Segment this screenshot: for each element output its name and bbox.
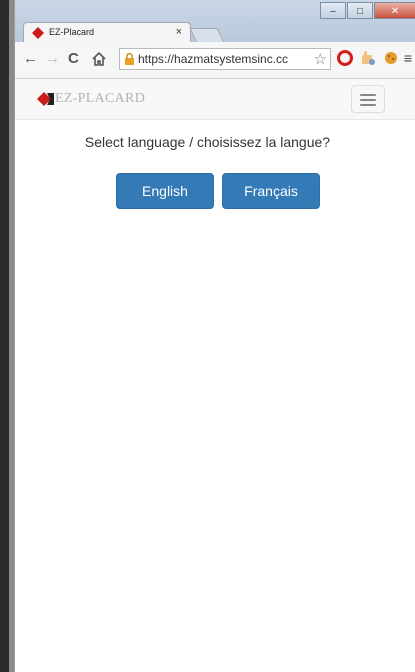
close-window-button[interactable]: ✕ — [374, 2, 415, 19]
hamburger-bar — [360, 99, 376, 101]
hamburger-bar — [360, 94, 376, 96]
navbar-toggle-button[interactable] — [351, 85, 385, 113]
hand-extension-icon[interactable] — [360, 50, 376, 66]
cookie-extension-icon[interactable] — [383, 50, 399, 66]
placard-favicon-icon — [32, 27, 44, 39]
browser-toolbar: ← → C https://hazmatsystemsinc.cc ☆ ≡ — [15, 42, 415, 79]
francais-button[interactable]: Français — [222, 173, 320, 209]
language-prompt: Select language / choisissez la langue? — [84, 134, 331, 150]
home-icon[interactable] — [92, 52, 106, 66]
maximize-button[interactable]: □ — [347, 2, 373, 19]
minimize-button[interactable]: – — [320, 2, 346, 19]
bookmark-star-icon[interactable]: ☆ — [313, 50, 327, 68]
lock-icon — [125, 53, 134, 65]
desktop-background — [0, 0, 14, 672]
english-button[interactable]: English — [116, 173, 214, 209]
close-tab-icon[interactable]: × — [176, 26, 182, 38]
address-bar[interactable]: https://hazmatsystemsinc.cc ☆ — [119, 48, 331, 70]
tab-title: EZ-Placard — [49, 27, 95, 37]
title-bar: EZ-Placard × – □ ✕ — [15, 0, 415, 44]
forward-arrow-icon[interactable]: → — [45, 50, 60, 67]
reload-icon[interactable]: C — [68, 50, 79, 67]
browser-tab[interactable]: EZ-Placard × — [23, 22, 191, 44]
url-text: https://hazmatsystemsinc.cc — [138, 52, 289, 66]
brand-name[interactable]: EZ-PLACARD — [55, 91, 145, 107]
window-controls: – □ ✕ — [319, 2, 415, 20]
back-arrow-icon[interactable]: ← — [23, 50, 38, 67]
placard-logo-icon[interactable] — [37, 92, 54, 106]
opera-extension-icon[interactable] — [337, 50, 353, 66]
menu-icon[interactable]: ≡ — [404, 50, 412, 66]
hamburger-bar — [360, 104, 376, 106]
new-tab-button[interactable] — [189, 28, 225, 43]
